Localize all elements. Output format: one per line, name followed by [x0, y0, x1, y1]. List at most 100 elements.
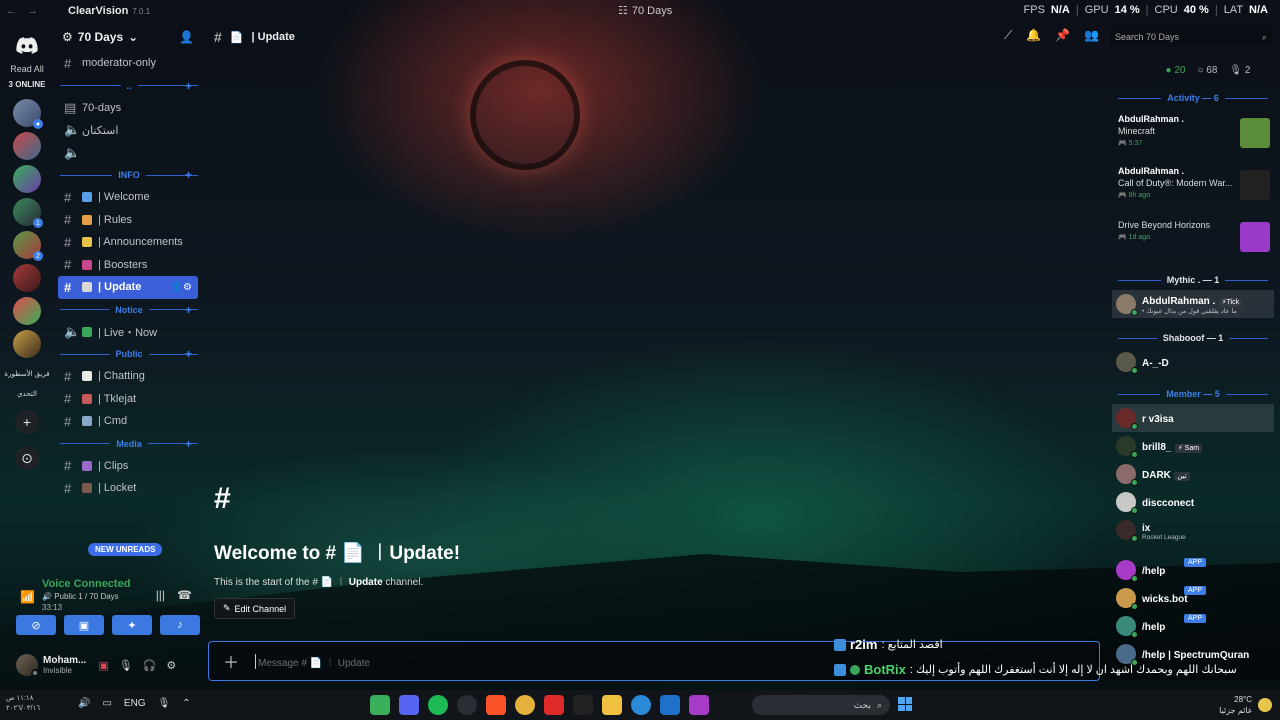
explore-compass-icon[interactable]: ⊙ [15, 446, 39, 470]
member-row[interactable]: /help APP [1112, 556, 1274, 584]
server-folder-icon[interactable] [13, 165, 41, 193]
read-all-button[interactable]: Read All [10, 64, 44, 74]
activity-header[interactable]: Activity — 6 [1112, 88, 1274, 108]
category-header[interactable]: Media + [54, 433, 204, 455]
chevron-up-icon[interactable]: ⌃ [182, 698, 190, 709]
channel-item[interactable]: 🔈 [54, 142, 204, 165]
server-folder-icon[interactable]: 2 [13, 231, 43, 261]
member-row[interactable]: /help | SpectrumQuran [1112, 640, 1274, 668]
windows-start-icon[interactable] [898, 697, 912, 711]
forward-arrow-icon[interactable]: → [27, 5, 38, 17]
add-channel-icon[interactable]: + [185, 168, 192, 182]
file-explorer-icon[interactable] [602, 695, 622, 715]
channel-item[interactable]: # | Welcome [54, 186, 204, 209]
add-channel-icon[interactable]: + [185, 347, 192, 361]
add-server-icon[interactable]: + [15, 410, 39, 434]
channel-item[interactable]: # | Boosters [54, 254, 204, 277]
member-row[interactable]: AbdulRahman . ⚡Tick • ما عاد يقلقني قول م… [1112, 290, 1274, 318]
taskbar-search[interactable]: بحث ⌕ [752, 695, 890, 715]
server-text-icon[interactable]: فريق الأسطورة [4, 370, 49, 378]
stream-off-icon[interactable]: ▣ [98, 659, 108, 672]
avatar[interactable] [16, 654, 39, 677]
channel-item[interactable]: # | Update 👤⚙ [58, 276, 198, 299]
message-input[interactable]: Message # 📄 ︱ Update [255, 653, 370, 669]
member-row[interactable]: ix Rocket League [1112, 516, 1274, 544]
language-indicator[interactable]: ENG [124, 698, 146, 709]
youtube-icon[interactable] [544, 695, 564, 715]
microphone-icon[interactable]: 🎙 [119, 659, 133, 672]
add-channel-icon[interactable]: + [185, 303, 192, 317]
channel-item[interactable]: # | Announcements [54, 231, 204, 254]
channel-item[interactable]: # | Tklejat [54, 388, 204, 411]
channel-item[interactable]: # | Clips [54, 455, 204, 478]
spotify-icon[interactable] [428, 695, 448, 715]
channel-item[interactable]: 🔈 استكنان [54, 119, 204, 142]
category-header[interactable]: Public + [54, 343, 204, 365]
discord-home-icon[interactable] [12, 32, 42, 58]
server-header[interactable]: ⚙ 70 Days ⌄ 👤 [54, 22, 204, 52]
category-header[interactable]: INFO + [54, 164, 204, 186]
discord-app-icon[interactable] [399, 695, 419, 715]
back-arrow-icon[interactable]: ← [6, 5, 17, 17]
server-icon[interactable] [13, 264, 41, 292]
tiktok-icon[interactable] [573, 695, 593, 715]
channel-item[interactable]: # | Locket [54, 477, 204, 500]
add-attachment-icon[interactable]: ＋ [223, 649, 239, 673]
members-list-icon[interactable]: 👥 [1084, 28, 1099, 43]
disconnect-icon[interactable]: ☎ [177, 588, 192, 602]
channel-item[interactable]: # moderator-only [54, 52, 204, 75]
outlook-icon[interactable] [660, 695, 680, 715]
add-member-icon[interactable]: 👤 [179, 30, 194, 44]
channel-item[interactable]: # | Cmd [54, 410, 204, 433]
threads-icon[interactable]: ⟋ [1004, 28, 1012, 43]
server-folder-icon[interactable] [13, 132, 41, 160]
server-icon-active[interactable]: ● [13, 99, 43, 129]
volume-icon[interactable]: 🔊 [78, 698, 90, 709]
search-input[interactable]: Search 70 Days ⌕ [1110, 28, 1272, 46]
chrome-icon[interactable] [515, 695, 535, 715]
mic-icon[interactable]: 🎙 [158, 698, 171, 709]
channel-item[interactable]: ▤ 70-days [54, 97, 204, 120]
app-icon[interactable] [370, 695, 390, 715]
headphones-icon[interactable]: 🎧 [143, 659, 157, 672]
edge-icon[interactable] [631, 695, 651, 715]
member-row[interactable]: A-_-D [1112, 348, 1274, 376]
activities-button[interactable]: ✦ [112, 615, 152, 635]
voice-location[interactable]: 🔊 Public 1 / 70 Days [42, 592, 119, 601]
soundboard-button[interactable]: ♪ [160, 615, 200, 635]
screen-share-button[interactable]: ▣ [64, 615, 104, 635]
channel-item[interactable]: # | Chatting [54, 365, 204, 388]
add-channel-icon[interactable]: + [185, 437, 192, 451]
activity-card[interactable]: AbdulRahman . Call of Duty®: Modern War..… [1112, 160, 1274, 212]
member-row[interactable]: brill8_ ⚡ Sam [1112, 432, 1274, 460]
server-text-icon[interactable]: التحدي [17, 390, 37, 398]
steam-icon[interactable] [457, 695, 477, 715]
channel-item[interactable]: # | Rules [54, 209, 204, 232]
server-folder-icon[interactable] [13, 297, 41, 325]
category-header[interactable]: Notice + [54, 299, 204, 321]
server-icon[interactable] [13, 330, 41, 358]
clock[interactable]: ١١:١٨ ص ٢٠٢٦/٠٣/١٦ [6, 694, 40, 714]
server-folder-icon[interactable]: 1 [13, 198, 43, 228]
category-header[interactable]: .. + [54, 75, 204, 97]
network-icon[interactable]: ▭ [102, 698, 111, 709]
new-unreads-pill[interactable]: NEW UNREADS [88, 543, 163, 556]
channel-item[interactable]: 🔈 | Live・Now [54, 321, 204, 344]
member-row[interactable]: DARK تين [1112, 460, 1274, 488]
member-row[interactable]: wicks.bot APP [1112, 584, 1274, 612]
member-row[interactable]: r v3isa [1112, 404, 1274, 432]
copilot-icon[interactable] [689, 695, 709, 715]
camera-off-button[interactable]: ⊘ [16, 615, 56, 635]
settings-gear-icon[interactable]: ⚙ [166, 659, 176, 672]
brave-icon[interactable] [486, 695, 506, 715]
activity-card[interactable]: Drive Beyond Horizons 🎮 1d ago [1112, 212, 1274, 264]
edit-channel-button[interactable]: ✎ Edit Channel [214, 598, 296, 619]
member-row[interactable]: discconect [1112, 488, 1274, 516]
weather-widget[interactable]: 28°C غائم جزئيا [1219, 694, 1252, 716]
noise-suppression-icon[interactable]: ||| [156, 588, 165, 602]
activity-card[interactable]: AbdulRahman . Minecraft 🎮 5:37 [1112, 108, 1274, 160]
bell-icon[interactable]: 🔔 [1026, 28, 1041, 43]
member-row[interactable]: /help APP [1112, 612, 1274, 640]
pin-icon[interactable]: 📌 [1055, 28, 1070, 43]
channel-settings-icon[interactable]: 👤⚙ [171, 282, 192, 293]
